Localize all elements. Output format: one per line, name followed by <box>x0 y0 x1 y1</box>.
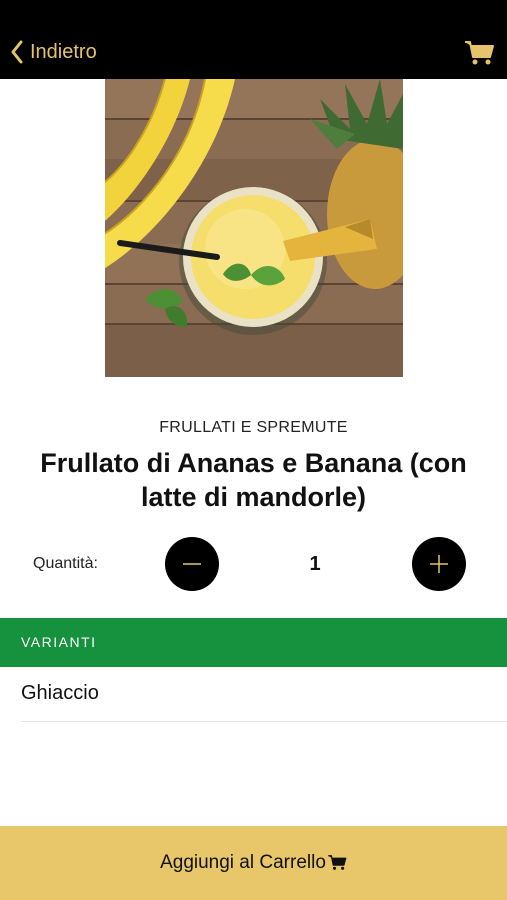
product-title: Frullato di Ananas e Banana (con latte d… <box>40 448 467 512</box>
quantity-label: Quantità: <box>33 555 98 572</box>
back-button[interactable]: Indietro <box>10 36 97 68</box>
cart-icon <box>328 855 347 870</box>
back-label: Indietro <box>30 40 97 63</box>
add-to-cart-button[interactable]: Aggiungi al Carrello <box>0 826 507 900</box>
product-category: FRULLATI E SPREMUTE <box>159 419 348 436</box>
cart-button[interactable] <box>463 36 495 68</box>
quantity-value: 1 <box>309 553 321 575</box>
variants-section-header: VARIANTI <box>0 618 507 667</box>
add-to-cart-label: Aggiungi al Carrello <box>160 852 326 873</box>
navigation-bar: Indietro <box>0 0 507 79</box>
variant-label: Ghiaccio <box>21 682 99 704</box>
decrement-quantity-button[interactable] <box>165 537 219 591</box>
increment-quantity-button[interactable] <box>412 537 466 591</box>
product-image <box>105 79 403 377</box>
plus-icon <box>430 555 448 573</box>
cart-icon <box>465 41 494 65</box>
variant-item-ghiaccio[interactable]: Ghiaccio <box>21 667 507 722</box>
minus-icon <box>183 563 201 565</box>
chevron-left-icon <box>11 40 23 64</box>
variants-section-title: VARIANTI <box>21 634 97 650</box>
